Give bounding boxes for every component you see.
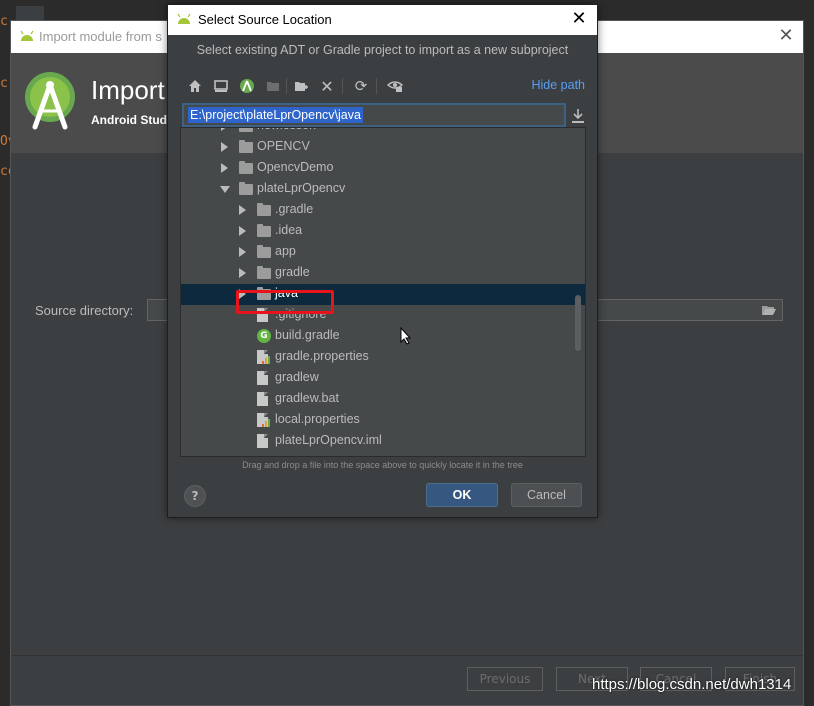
tree-item-label: local.properties — [275, 412, 360, 426]
tree-row[interactable]: OpencvDemo — [181, 158, 585, 179]
tree-item-label: gradlew.bat — [275, 391, 339, 405]
android-icon — [177, 13, 191, 24]
collapsed-arrow-icon[interactable] — [221, 142, 228, 152]
collapsed-arrow-icon[interactable] — [221, 128, 228, 131]
folder-open-icon[interactable] — [762, 304, 776, 316]
tree-item-label: OpencvDemo — [257, 160, 334, 174]
tree-row[interactable]: Gbuild.gradle — [181, 326, 585, 347]
path-value[interactable]: E:\project\plateLprOpencv\java — [188, 107, 363, 123]
tree-item-label: gradle.properties — [275, 349, 369, 363]
collapsed-arrow-icon[interactable] — [221, 163, 228, 173]
folder-icon — [257, 203, 271, 216]
tree-row[interactable]: newlesson — [181, 128, 585, 137]
tree-item-label: gradlew — [275, 370, 319, 384]
previous-button[interactable]: Previous — [467, 667, 543, 691]
properties-bars-icon — [262, 419, 270, 427]
download-icon[interactable] — [572, 109, 584, 123]
file-icon — [257, 434, 268, 448]
help-button[interactable]: ? — [184, 485, 206, 507]
ok-button[interactable]: OK — [426, 483, 498, 507]
module-icon — [264, 77, 282, 95]
desktop-icon[interactable] — [212, 77, 230, 95]
file-icon — [257, 371, 268, 385]
dialog-close-icon[interactable]: ✕ — [567, 7, 591, 31]
gradle-file-icon: G — [257, 329, 271, 343]
delete-icon[interactable]: ✕ — [318, 77, 336, 96]
tree-item-label: app — [275, 244, 296, 258]
collapsed-arrow-icon[interactable] — [239, 268, 246, 278]
folder-icon — [239, 161, 253, 174]
folder-icon — [239, 128, 253, 132]
select-source-location-dialog: Select Source Location ✕ Select existing… — [167, 4, 598, 518]
dialog-titlebar: Select Source Location ✕ — [168, 5, 597, 35]
new-folder-icon[interactable] — [292, 77, 310, 95]
dialog-title: Select Source Location — [198, 12, 332, 27]
file-chooser-toolbar: ✕ ⟳ — [182, 75, 582, 99]
path-input[interactable]: E:\project\plateLprOpencv\java — [182, 103, 566, 127]
tree-item-label: .gradle — [275, 202, 314, 216]
toolbar-separator — [376, 78, 377, 94]
refresh-icon[interactable]: ⟳ — [352, 77, 370, 95]
folder-icon — [257, 224, 271, 237]
mouse-cursor-icon — [400, 327, 412, 345]
tree-row[interactable]: gradle.properties — [181, 347, 585, 368]
collapsed-arrow-icon[interactable] — [239, 247, 246, 257]
tree-item-label: newlesson — [257, 128, 316, 132]
tree-item-label: plateLprOpencv — [257, 181, 346, 195]
watermark-text: https://blog.csdn.net/dwh1314 — [592, 676, 792, 693]
folder-icon — [239, 140, 253, 153]
collapsed-arrow-icon[interactable] — [239, 205, 246, 215]
toolbar-separator — [342, 78, 343, 94]
dialog-description: Select existing ADT or Gradle project to… — [196, 43, 569, 57]
folder-icon — [239, 182, 253, 195]
tree-row[interactable]: OPENCV — [181, 137, 585, 158]
tree-row[interactable]: .idea — [181, 221, 585, 242]
tree-item-label: plateLprOpencv.iml — [275, 433, 382, 447]
close-icon[interactable]: ✕ — [775, 25, 797, 47]
drag-drop-hint: Drag and drop a file into the space abov… — [242, 460, 523, 470]
folder-icon — [257, 266, 271, 279]
import-window-title: Import module from s — [39, 29, 162, 44]
footer-divider — [11, 655, 803, 656]
tree-item-label: OPENCV — [257, 139, 310, 153]
android-project-icon[interactable] — [238, 77, 256, 95]
tree-row[interactable]: .gradle — [181, 200, 585, 221]
tree-scrollbar[interactable] — [575, 295, 581, 351]
home-icon[interactable] — [186, 77, 204, 95]
annotation-highlight-box — [236, 290, 334, 314]
collapsed-arrow-icon[interactable] — [239, 226, 246, 236]
android-studio-logo-icon — [25, 72, 75, 130]
expanded-arrow-icon[interactable] — [220, 186, 230, 193]
cancel-button[interactable]: Cancel — [511, 483, 582, 507]
show-hidden-icon[interactable] — [386, 77, 404, 95]
tree-row[interactable]: gradlew.bat — [181, 389, 585, 410]
toolbar-separator — [286, 78, 287, 94]
tree-item-label: gradle — [275, 265, 310, 279]
code-fragment: c — [0, 14, 8, 29]
hide-path-link[interactable]: Hide path — [531, 78, 585, 92]
file-icon — [257, 392, 268, 406]
tree-row[interactable]: plateLprOpencv.iml — [181, 431, 585, 452]
wizard-title: Import — [91, 75, 165, 105]
tree-row[interactable]: plateLprOpencv — [181, 179, 585, 200]
tree-row[interactable]: gradle — [181, 263, 585, 284]
properties-bars-icon — [262, 356, 270, 364]
tree-row[interactable]: gradlew — [181, 368, 585, 389]
tree-row[interactable]: local.properties — [181, 410, 585, 431]
code-fragment: c — [0, 76, 8, 91]
android-icon — [20, 30, 34, 41]
tree-item-label: build.gradle — [275, 328, 340, 342]
wizard-subtitle: Android Stud — [91, 113, 167, 127]
source-directory-label: Source directory: — [35, 303, 134, 318]
folder-icon — [257, 245, 271, 258]
tree-row[interactable]: app — [181, 242, 585, 263]
tree-item-label: .idea — [275, 223, 303, 237]
